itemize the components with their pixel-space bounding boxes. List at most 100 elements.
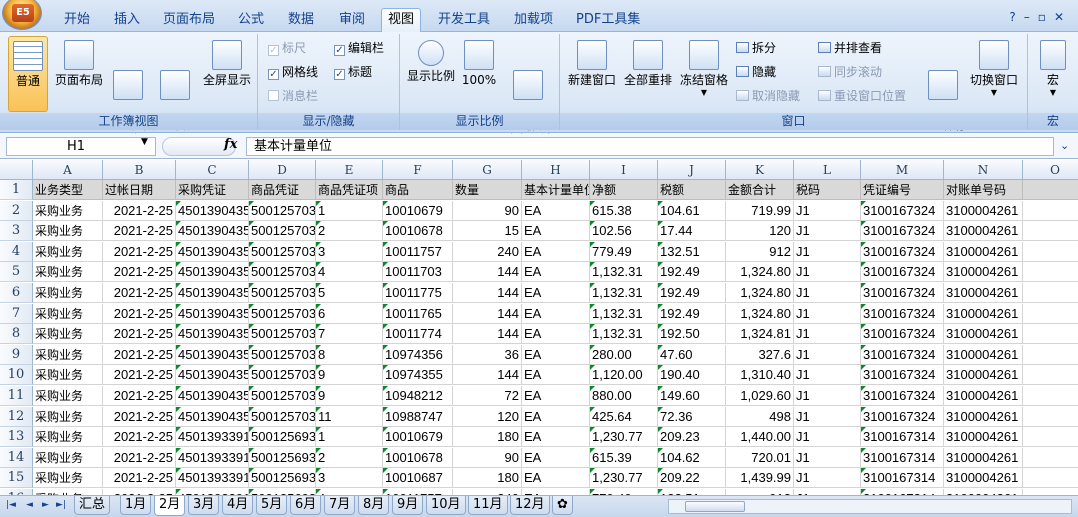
cell[interactable]: J1 — [794, 303, 861, 324]
cell[interactable]: 36 — [453, 344, 522, 365]
column-header-o[interactable]: O — [1023, 160, 1078, 180]
cell[interactable]: 基本计量单位 — [522, 180, 590, 200]
cell[interactable]: 5001256931 — [249, 427, 316, 448]
cell[interactable]: 2021-2-25 — [103, 468, 176, 489]
zoom-100-button[interactable]: 100% — [460, 40, 498, 88]
cell[interactable]: 1,324.80 — [726, 303, 794, 324]
cell[interactable]: 2021-2-25 — [103, 200, 176, 221]
cell[interactable]: 5001257036 — [249, 324, 316, 345]
side-by-side-button[interactable]: 并排查看 — [818, 40, 882, 56]
cell[interactable]: 采购业务 — [33, 365, 103, 386]
cell[interactable]: 3100167324 — [861, 406, 944, 427]
cell[interactable]: 10011774 — [383, 324, 453, 345]
column-header-g[interactable]: G — [453, 160, 522, 180]
cell[interactable]: J1 — [794, 386, 861, 406]
cell[interactable]: 104.62 — [658, 447, 726, 468]
cell[interactable]: 10010678 — [383, 447, 453, 468]
cell[interactable]: 3100004261 — [944, 386, 1023, 406]
formula-input[interactable]: 基本计量单位 — [246, 137, 1054, 156]
row-header[interactable]: 14 — [0, 447, 33, 468]
cell[interactable]: 1,120.00 — [590, 365, 658, 386]
row-header[interactable]: 1 — [0, 180, 33, 200]
tab-data[interactable]: 数据 — [282, 10, 320, 32]
cell[interactable]: 3100167324 — [861, 365, 944, 386]
cell[interactable]: 5 — [316, 283, 383, 303]
cell[interactable]: 2021-2-25 — [103, 324, 176, 345]
cell[interactable]: 3100004261 — [944, 221, 1023, 242]
cell[interactable]: 4501390435 — [176, 406, 249, 427]
cell[interactable]: 1 — [316, 200, 383, 221]
cell[interactable] — [1023, 283, 1078, 303]
cell[interactable] — [1023, 304, 1078, 324]
split-button[interactable]: 拆分 — [736, 40, 776, 56]
cell[interactable]: EA — [522, 303, 590, 324]
cell[interactable]: EA — [522, 468, 590, 489]
column-header-f[interactable]: F — [383, 160, 453, 180]
cell[interactable]: J1 — [794, 324, 861, 345]
switch-windows-button[interactable]: 切换窗口 ▼ — [964, 40, 1024, 97]
cell[interactable]: 4501393391 — [176, 447, 249, 468]
cell[interactable]: 209.22 — [658, 468, 726, 489]
cell[interactable]: 6 — [316, 303, 383, 324]
cell[interactable] — [1023, 365, 1078, 386]
cell[interactable]: 5001257036 — [249, 200, 316, 221]
column-header-k[interactable]: K — [726, 160, 794, 180]
cell[interactable]: 5001257036 — [249, 365, 316, 386]
cell[interactable]: 3100167314 — [861, 468, 944, 489]
cell[interactable]: 5001257036 — [249, 221, 316, 242]
cell[interactable]: J1 — [794, 283, 861, 303]
cell[interactable]: 720.01 — [726, 447, 794, 468]
cell[interactable]: 采购业务 — [33, 447, 103, 468]
cell[interactable]: J1 — [794, 447, 861, 468]
arrange-all-button[interactable]: 全部重排 — [620, 40, 676, 88]
cell[interactable] — [1023, 180, 1078, 200]
cell[interactable]: 3100004261 — [944, 200, 1023, 221]
cell[interactable]: 采购业务 — [33, 468, 103, 489]
tab-developer[interactable]: 开发工具 — [432, 10, 496, 32]
cell[interactable] — [1023, 242, 1078, 262]
cell[interactable]: 104.61 — [658, 200, 726, 221]
page-layout-view-button[interactable]: 页面布局 — [53, 40, 105, 88]
cell[interactable]: 对账单号码 — [944, 180, 1023, 200]
cell[interactable]: 采购业务 — [33, 344, 103, 365]
cell[interactable]: 90 — [453, 200, 522, 221]
cell[interactable]: 10010678 — [383, 221, 453, 242]
cell[interactable]: EA — [522, 262, 590, 283]
headings-checkbox[interactable]: ✓ 标题 — [334, 64, 372, 80]
cell[interactable]: EA — [522, 200, 590, 221]
sheet-tab[interactable]: 4月 — [222, 496, 254, 515]
column-header-l[interactable]: L — [794, 160, 861, 180]
cell[interactable]: 8 — [316, 344, 383, 365]
cell[interactable]: 192.49 — [658, 262, 726, 283]
last-sheet-icon[interactable]: ►| — [56, 500, 66, 510]
cell[interactable]: 2021-2-25 — [103, 365, 176, 386]
cell[interactable]: 采购业务 — [33, 303, 103, 324]
cell[interactable]: 10011775 — [383, 283, 453, 303]
cell[interactable]: 净额 — [590, 180, 658, 200]
cell[interactable]: 5001257036 — [249, 262, 316, 283]
cell[interactable]: 3100167324 — [861, 324, 944, 345]
row-header[interactable]: 9 — [0, 344, 33, 365]
column-header-a[interactable]: A — [33, 160, 103, 180]
cell[interactable]: 3100167324 — [861, 283, 944, 303]
cell[interactable]: 4501390435 — [176, 386, 249, 406]
cell[interactable]: 5001257036 — [249, 406, 316, 427]
cell[interactable]: 1,230.77 — [590, 427, 658, 448]
cell[interactable]: 3100167324 — [861, 386, 944, 406]
cell[interactable]: J1 — [794, 468, 861, 489]
row-header[interactable]: 7 — [0, 303, 33, 324]
cell[interactable] — [1023, 448, 1078, 468]
cell[interactable]: 5001257036 — [249, 386, 316, 406]
cell[interactable]: 132.51 — [658, 241, 726, 262]
cell[interactable]: EA — [522, 406, 590, 427]
macros-button[interactable]: 宏 ▼ — [1034, 40, 1072, 97]
cell[interactable]: 4501393391 — [176, 468, 249, 489]
cell[interactable]: 采购业务 — [33, 241, 103, 262]
cell[interactable]: 144 — [453, 262, 522, 283]
cell[interactable]: 1,440.00 — [726, 427, 794, 448]
cell[interactable]: 5001257036 — [249, 241, 316, 262]
restore-icon[interactable]: ▫ — [1038, 10, 1054, 24]
cell[interactable]: 2021-2-25 — [103, 447, 176, 468]
cell[interactable]: 5001257036 — [249, 283, 316, 303]
sheet-tab[interactable]: 汇总 — [74, 496, 111, 515]
